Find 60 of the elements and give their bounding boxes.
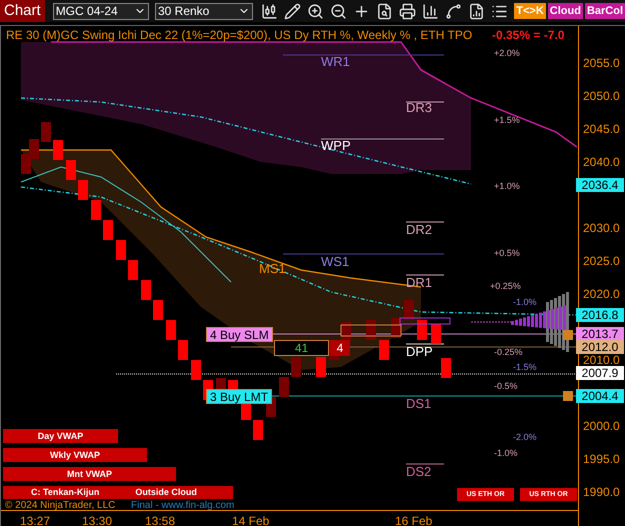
percent-label: -0.25% — [494, 347, 523, 358]
position-quantity: 41 — [274, 340, 329, 356]
price-tag: 2012.0 — [576, 340, 624, 354]
price-label: 2020.0 — [583, 287, 620, 301]
price-label: 1995.0 — [583, 452, 620, 466]
price-tag: 2004.4 — [576, 389, 624, 403]
percent-label: +1.0% — [494, 181, 520, 192]
toggle-button[interactable]: Cloud — [548, 3, 583, 19]
indicator-label: Day VWAP — [3, 429, 118, 443]
price-label: 2010.0 — [583, 353, 620, 367]
percent-label: -1.0% — [494, 448, 518, 459]
percent-label: -0.5% — [494, 381, 518, 392]
cloud-label: C: Tenkan-Kijun — [31, 486, 100, 499]
price-tag: 2013.7 — [576, 327, 624, 341]
order-label[interactable]: 4 Buy SLM — [206, 327, 273, 342]
pivot-label: DR3 — [406, 100, 432, 115]
instrument-dropdown[interactable]: MGC 04-24 — [52, 2, 149, 20]
bar-type-dropdown[interactable]: 30 Renko — [154, 2, 254, 20]
order-label[interactable]: 3 Buy LMT — [206, 389, 272, 404]
price-label: 2040.0 — [583, 155, 620, 169]
price-label: 2030.0 — [583, 221, 620, 235]
price-label: 2050.0 — [583, 89, 620, 103]
pivot-label: DS1 — [406, 396, 432, 411]
price-label: 2000.0 — [583, 419, 620, 433]
credit-text: Final - www.fin-alg.com — [131, 500, 234, 511]
time-label: 16 Feb — [395, 513, 432, 526]
price-tag: 2007.9 — [576, 366, 624, 380]
pivot-label: WPP — [321, 138, 351, 153]
price-tag: 2036.4 — [576, 178, 624, 192]
percent-label: +2.0% — [494, 48, 520, 59]
price-label: 2055.0 — [583, 56, 620, 70]
percent-label: +0.5% — [494, 248, 520, 259]
time-label: 14 Feb — [232, 513, 270, 526]
pivot-label: DS2 — [406, 464, 432, 479]
pivot-label: WS1 — [321, 254, 350, 269]
position-pnl: 4 — [330, 340, 350, 356]
time-label: 13:27 — [20, 513, 50, 526]
price-label: 2045.0 — [583, 122, 620, 136]
chart-title: RE 30 (M)GC Swing Ichi Dec 22 (1%=20p=$200), US Dy RTH %, Weekly % , ETH TPO — [6, 27, 472, 44]
copyright-text: © 2024 NinjaTrader, LLC — [5, 500, 116, 511]
time-label: 13:58 — [145, 513, 176, 526]
price-tag: 2016.8 — [576, 308, 624, 322]
pivot-label: DR1 — [406, 275, 432, 290]
price-label: 2025.0 — [583, 254, 620, 268]
change-readout: -0.35% = -7.0 — [492, 27, 564, 44]
percent-label: -1.0% — [513, 297, 537, 308]
percent-label: +1.5% — [494, 115, 520, 126]
cloud-status: Outside Cloud — [135, 486, 197, 499]
price-label: 1990.0 — [583, 485, 620, 499]
time-label: 13:30 — [82, 513, 112, 526]
percent-label: -2.0% — [513, 432, 537, 443]
window-title: Chart — [0, 0, 45, 22]
indicator-label: Wkly VWAP — [3, 448, 147, 462]
pivot-label: DR2 — [406, 222, 432, 237]
percent-label: +0.25% — [490, 281, 521, 292]
pivot-label: WR1 — [321, 54, 350, 69]
percent-label: -1.5% — [513, 362, 537, 373]
pivot-label: DPP — [406, 344, 433, 359]
toggle-button[interactable]: BarCol — [584, 3, 625, 19]
indicator-label: Mnt VWAP — [3, 467, 176, 481]
